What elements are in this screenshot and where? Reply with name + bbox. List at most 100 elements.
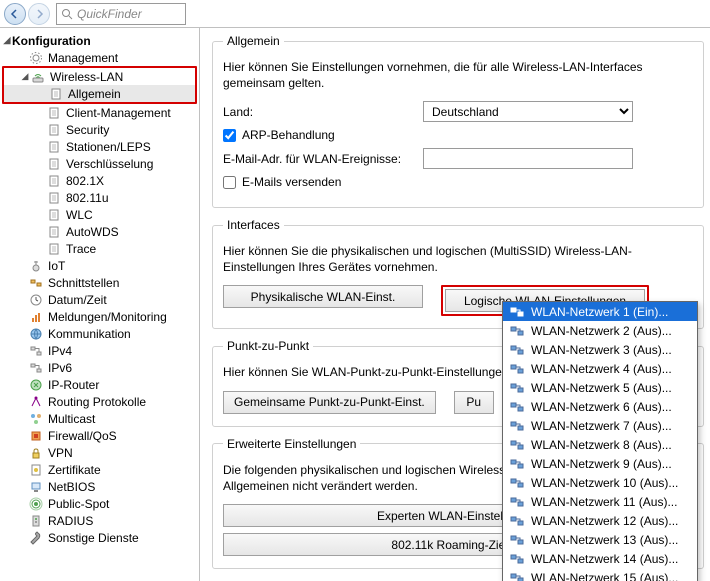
network-icon — [509, 399, 525, 415]
tree-item[interactable]: Meldungen/Monitoring — [2, 308, 197, 325]
group-general: Allgemein Hier können Sie Einstellungen … — [212, 34, 704, 208]
arp-checkbox[interactable] — [223, 129, 236, 142]
tree-item[interactable]: VPN — [2, 444, 197, 461]
tree-item[interactable]: Firewall/QoS — [2, 427, 197, 444]
tree-item[interactable]: IPv4 — [2, 342, 197, 359]
tree-item[interactable]: RADIUS — [2, 512, 197, 529]
pc-icon — [28, 479, 44, 495]
tree-item-label: Security — [66, 123, 109, 137]
logical-wlan-dropdown[interactable]: WLAN-Netzwerk 1 (Ein)... WLAN-Netzwerk 2 … — [502, 301, 698, 581]
tree-item[interactable]: Zertifikate — [2, 461, 197, 478]
dropdown-item[interactable]: WLAN-Netzwerk 3 (Aus)... — [503, 340, 697, 359]
dropdown-item[interactable]: WLAN-Netzwerk 14 (Aus)... — [503, 549, 697, 568]
dropdown-item-label: WLAN-Netzwerk 14 (Aus)... — [531, 552, 678, 566]
network-icon — [509, 418, 525, 434]
page-icon — [48, 86, 64, 102]
tree-item[interactable]: Stationen/LEPS — [2, 138, 197, 155]
clock-icon — [28, 292, 44, 308]
dropdown-item[interactable]: WLAN-Netzwerk 7 (Aus)... — [503, 416, 697, 435]
tree-item[interactable]: Datum/Zeit — [2, 291, 197, 308]
tree-item-label: IPv4 — [48, 344, 72, 358]
config-tree: ◢KonfigurationManagement ◢Wireless-LAN All… — [0, 28, 200, 581]
dropdown-item[interactable]: WLAN-Netzwerk 1 (Ein)... — [503, 302, 697, 321]
routes-icon — [28, 394, 44, 410]
tree-item-label: WLC — [66, 208, 93, 222]
tree-item[interactable]: Schnittstellen — [2, 274, 197, 291]
send-mail-checkbox[interactable] — [223, 176, 236, 189]
net-icon — [28, 360, 44, 376]
tree-item[interactable]: Client-Management — [2, 104, 197, 121]
dropdown-item-label: WLAN-Netzwerk 15 (Aus)... — [531, 571, 678, 581]
dropdown-item-label: WLAN-Netzwerk 6 (Aus)... — [531, 400, 672, 414]
tree-item[interactable]: IPv6 — [2, 359, 197, 376]
tree-item[interactable]: ◢Wireless-LAN — [4, 68, 195, 85]
tree-item[interactable]: Security — [2, 121, 197, 138]
network-icon — [509, 304, 525, 320]
tree-item-label: NetBIOS — [48, 480, 95, 494]
nav-forward-button[interactable] — [28, 3, 50, 25]
tree-highlight: ◢Wireless-LAN Allgemein — [2, 66, 197, 104]
tree-item[interactable]: Allgemein — [4, 85, 195, 102]
tree-item-label: Verschlüsselung — [66, 157, 153, 171]
tree-item[interactable]: Routing Protokolle — [2, 393, 197, 410]
dropdown-item[interactable]: WLAN-Netzwerk 10 (Aus)... — [503, 473, 697, 492]
tree-item-label: 802.11u — [66, 191, 109, 205]
network-icon — [509, 551, 525, 567]
collapse-icon: ◢ — [2, 35, 12, 46]
dropdown-item[interactable]: WLAN-Netzwerk 4 (Aus)... — [503, 359, 697, 378]
email-input[interactable] — [423, 148, 633, 169]
net-icon — [28, 343, 44, 359]
page-icon — [46, 207, 62, 223]
tree-item[interactable]: Sonstige Dienste — [2, 529, 197, 546]
network-icon — [509, 323, 525, 339]
tree-item[interactable]: IP-Router — [2, 376, 197, 393]
page-icon — [46, 122, 62, 138]
network-icon — [509, 513, 525, 529]
dropdown-item[interactable]: WLAN-Netzwerk 12 (Aus)... — [503, 511, 697, 530]
dropdown-item[interactable]: WLAN-Netzwerk 6 (Aus)... — [503, 397, 697, 416]
tree-item[interactable]: IoT — [2, 257, 197, 274]
radius-icon — [28, 513, 44, 529]
p2p-partner-button[interactable]: Pu — [454, 391, 494, 414]
dropdown-item-label: WLAN-Netzwerk 1 (Ein)... — [531, 305, 668, 319]
quickfinder-input[interactable]: QuickFinder — [56, 3, 186, 25]
tree-item[interactable]: Management — [2, 49, 197, 66]
dropdown-item[interactable]: WLAN-Netzwerk 11 (Aus)... — [503, 492, 697, 511]
tree-item[interactable]: Public-Spot — [2, 495, 197, 512]
phys-wlan-button[interactable]: Physikalische WLAN-Einst. — [223, 285, 423, 308]
tree-item-label: Allgemein — [68, 87, 121, 101]
tree-item[interactable]: NetBIOS — [2, 478, 197, 495]
dropdown-item[interactable]: WLAN-Netzwerk 13 (Aus)... — [503, 530, 697, 549]
tree-item[interactable]: AutoWDS — [2, 223, 197, 240]
tree-item[interactable]: 802.1X — [2, 172, 197, 189]
tree-item-label: AutoWDS — [66, 225, 119, 239]
router-icon — [28, 377, 44, 393]
wrench-icon — [28, 530, 44, 546]
tree-item-label: Public-Spot — [48, 497, 109, 511]
dropdown-item-label: WLAN-Netzwerk 8 (Aus)... — [531, 438, 672, 452]
page-icon — [46, 173, 62, 189]
dropdown-item[interactable]: WLAN-Netzwerk 5 (Aus)... — [503, 378, 697, 397]
tree-item[interactable]: Kommunikation — [2, 325, 197, 342]
tree-item-label: IP-Router — [48, 378, 99, 392]
dropdown-item[interactable]: WLAN-Netzwerk 9 (Aus)... — [503, 454, 697, 473]
page-icon — [46, 156, 62, 172]
tree-root[interactable]: ◢Konfiguration — [2, 32, 197, 49]
dropdown-item[interactable]: WLAN-Netzwerk 2 (Aus)... — [503, 321, 697, 340]
tree-item[interactable]: 802.11u — [2, 189, 197, 206]
tree-item[interactable]: WLC — [2, 206, 197, 223]
interfaces-desc: Hier können Sie die physikalischen und l… — [223, 244, 693, 275]
nav-back-button[interactable] — [4, 3, 26, 25]
tree-item[interactable]: Verschlüsselung — [2, 155, 197, 172]
dropdown-item[interactable]: WLAN-Netzwerk 15 (Aus)... — [503, 568, 697, 581]
tree-item-label: Multicast — [48, 412, 95, 426]
dropdown-item[interactable]: WLAN-Netzwerk 8 (Aus)... — [503, 435, 697, 454]
country-select[interactable]: Deutschland — [423, 101, 633, 122]
dropdown-item-label: WLAN-Netzwerk 3 (Aus)... — [531, 343, 672, 357]
tree-item-label: Routing Protokolle — [48, 395, 146, 409]
p2p-common-button[interactable]: Gemeinsame Punkt-zu-Punkt-Einst. — [223, 391, 436, 414]
tree-item[interactable]: Multicast — [2, 410, 197, 427]
send-mail-label: E-Mails versenden — [242, 175, 341, 189]
tree-item[interactable]: Trace — [2, 240, 197, 257]
quickfinder-placeholder: QuickFinder — [77, 7, 142, 21]
